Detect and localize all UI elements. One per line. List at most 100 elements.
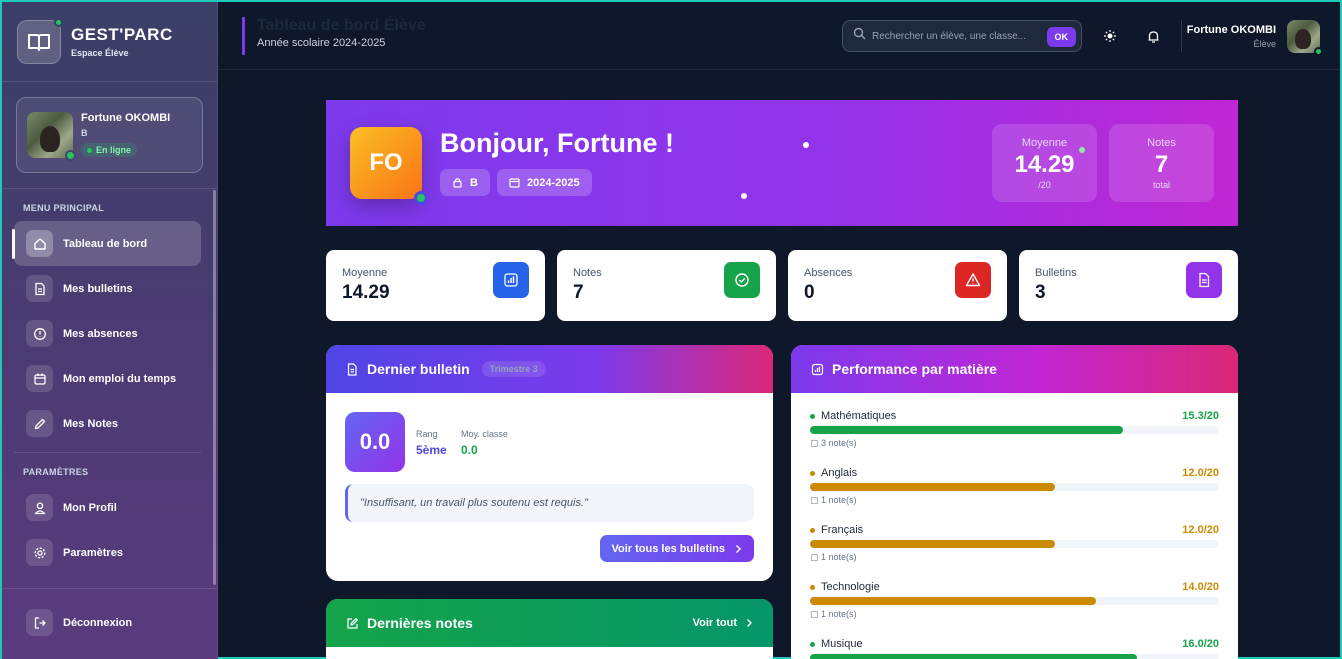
lock-icon bbox=[452, 177, 463, 188]
logout-button[interactable]: Déconnexion bbox=[14, 600, 202, 645]
subject-name: Anglais bbox=[810, 467, 1219, 479]
sidebar-item-timetable[interactable]: Mon emploi du temps bbox=[14, 356, 201, 401]
menu-section-title: MENU PRINCIPAL bbox=[23, 203, 105, 213]
sidebar-scrollbar[interactable] bbox=[213, 190, 216, 585]
pencil-icon bbox=[26, 410, 53, 437]
kpi-average[interactable]: Moyenne 14.29 bbox=[326, 250, 545, 321]
sidebar-item-absences[interactable]: Mes absences bbox=[14, 311, 201, 356]
subject-name: Français bbox=[810, 524, 1219, 536]
subject-name: Technologie bbox=[810, 581, 1219, 593]
warning-icon bbox=[955, 262, 991, 298]
decorative-dot bbox=[741, 193, 747, 199]
card-title: Performance par matière bbox=[832, 361, 997, 377]
header-avatar[interactable] bbox=[1287, 20, 1323, 56]
subject-score: 14.0/20 bbox=[1182, 581, 1219, 593]
teacher-comment: "Insuffisant, un travail plus soutenu es… bbox=[345, 484, 754, 522]
search-submit-button[interactable]: OK bbox=[1046, 27, 1076, 47]
brand-title: GEST'PARC bbox=[71, 25, 173, 44]
last-bulletin-card: Dernier bulletin Trimestre 3 0.0 Rang 5è… bbox=[326, 345, 773, 581]
document-icon bbox=[346, 362, 359, 376]
subject-score: 16.0/20 bbox=[1182, 638, 1219, 650]
subject-note-count: ▢ 1 note(s) bbox=[810, 495, 857, 505]
class-average-value: 0.0 bbox=[461, 443, 478, 457]
subject-note-count: ▢ 1 note(s) bbox=[810, 609, 857, 619]
sidebar-item-label: Mon emploi du temps bbox=[63, 372, 177, 385]
brand[interactable]: GEST'PARC Espace Élève bbox=[2, 2, 217, 82]
subject-progress-fill bbox=[810, 540, 1056, 548]
sidebar: GEST'PARC Espace Élève Fortune OKOMBI B … bbox=[2, 2, 218, 659]
subject-progress-bar bbox=[810, 540, 1219, 548]
sidebar-item-bulletins[interactable]: Mes bulletins bbox=[14, 266, 201, 311]
subject-note-count: ▢ 3 note(s) bbox=[810, 438, 857, 448]
calendar-icon bbox=[509, 177, 520, 188]
rank-value: 5ème bbox=[416, 443, 447, 457]
subject-score: 12.0/20 bbox=[1182, 524, 1219, 536]
class-average-label: Moy. classe bbox=[461, 429, 508, 439]
subject-progress-fill bbox=[810, 426, 1123, 434]
chevron-right-icon bbox=[735, 544, 742, 554]
sidebar-item-dashboard[interactable]: Tableau de bord bbox=[12, 221, 201, 266]
year-chip: 2024-2025 bbox=[497, 169, 592, 196]
sidebar-item-label: Mes bulletins bbox=[63, 282, 133, 295]
subject-row: Technologie 14.0/20 ▢ 1 note(s) bbox=[810, 581, 1219, 619]
header-user-role: Élève bbox=[1253, 39, 1276, 49]
see-all-notes-link[interactable]: Voir tout bbox=[693, 617, 753, 629]
search-input[interactable] bbox=[872, 30, 1042, 42]
logout-icon bbox=[26, 609, 53, 636]
subject-progress-bar bbox=[810, 426, 1219, 434]
sidebar-item-label: Mon Profil bbox=[63, 501, 117, 514]
subject-progress-fill bbox=[810, 654, 1138, 659]
chevron-right-icon bbox=[746, 618, 753, 628]
avatar bbox=[27, 112, 76, 161]
sidebar-item-profile[interactable]: Mon Profil bbox=[14, 485, 201, 530]
kpi-notes[interactable]: Notes 7 bbox=[557, 250, 776, 321]
subject-name: Mathématiques bbox=[810, 410, 1219, 422]
sidebar-item-label: Paramètres bbox=[63, 546, 123, 559]
subject-progress-bar bbox=[810, 597, 1219, 605]
sidebar-item-notes[interactable]: Mes Notes bbox=[14, 401, 201, 446]
profile-class: B bbox=[81, 128, 88, 139]
subject-score: 15.3/20 bbox=[1182, 410, 1219, 422]
bar-chart-icon bbox=[493, 262, 529, 298]
logout-label: Déconnexion bbox=[63, 616, 133, 629]
sidebar-item-settings[interactable]: Paramètres bbox=[14, 530, 201, 575]
hero-notes-stat: Notes 7 total bbox=[1109, 124, 1214, 202]
calendar-icon bbox=[26, 365, 53, 392]
page-title: Tableau de bord Élève bbox=[257, 17, 426, 34]
subject-progress-bar bbox=[810, 654, 1219, 659]
online-badge: En ligne bbox=[81, 143, 138, 158]
subject-row: Mathématiques 15.3/20 ▢ 3 note(s) bbox=[810, 410, 1219, 448]
decorative-dot bbox=[803, 142, 809, 148]
online-status-dot bbox=[414, 191, 428, 205]
student-initials-badge: FO bbox=[350, 127, 428, 205]
profile-card[interactable]: Fortune OKOMBI B En ligne bbox=[16, 97, 203, 173]
subject-progress-fill bbox=[810, 483, 1056, 491]
subject-row: Musique 16.0/20 bbox=[810, 638, 1219, 659]
search-icon bbox=[853, 27, 866, 45]
bell-icon[interactable] bbox=[1143, 26, 1163, 46]
settings-section-title: PARAMÈTRES bbox=[23, 467, 89, 477]
bulletin-score: 0.0 bbox=[345, 412, 405, 472]
theme-toggle-icon[interactable] bbox=[1100, 26, 1120, 46]
class-chip: B bbox=[440, 169, 490, 196]
user-icon bbox=[26, 494, 53, 521]
profile-name: Fortune OKOMBI bbox=[81, 112, 171, 125]
home-icon bbox=[26, 230, 53, 257]
book-icon bbox=[17, 17, 63, 64]
sidebar-item-label: Mes absences bbox=[63, 327, 138, 340]
subject-row: Anglais 12.0/20 ▢ 1 note(s) bbox=[810, 467, 1219, 505]
search-bar: OK bbox=[842, 20, 1082, 52]
subject-name: Musique bbox=[810, 638, 1219, 650]
greeting: Bonjour, Fortune ! bbox=[440, 128, 674, 158]
kpi-absences[interactable]: Absences 0 bbox=[788, 250, 1007, 321]
hero-average-stat: Moyenne 14.29 /20 bbox=[992, 124, 1097, 202]
kpi-bulletins[interactable]: Bulletins 3 bbox=[1019, 250, 1238, 321]
header-user-name[interactable]: Fortune OKOMBI bbox=[1187, 24, 1276, 36]
subject-progress-fill bbox=[810, 597, 1097, 605]
page-subtitle: Année scolaire 2024-2025 bbox=[257, 37, 386, 49]
rank-label: Rang bbox=[416, 429, 438, 439]
gear-icon bbox=[26, 539, 53, 566]
view-all-bulletins-button[interactable]: Voir tous les bulletins bbox=[599, 535, 754, 562]
online-status-dot bbox=[65, 150, 76, 161]
edit-icon bbox=[346, 617, 359, 630]
